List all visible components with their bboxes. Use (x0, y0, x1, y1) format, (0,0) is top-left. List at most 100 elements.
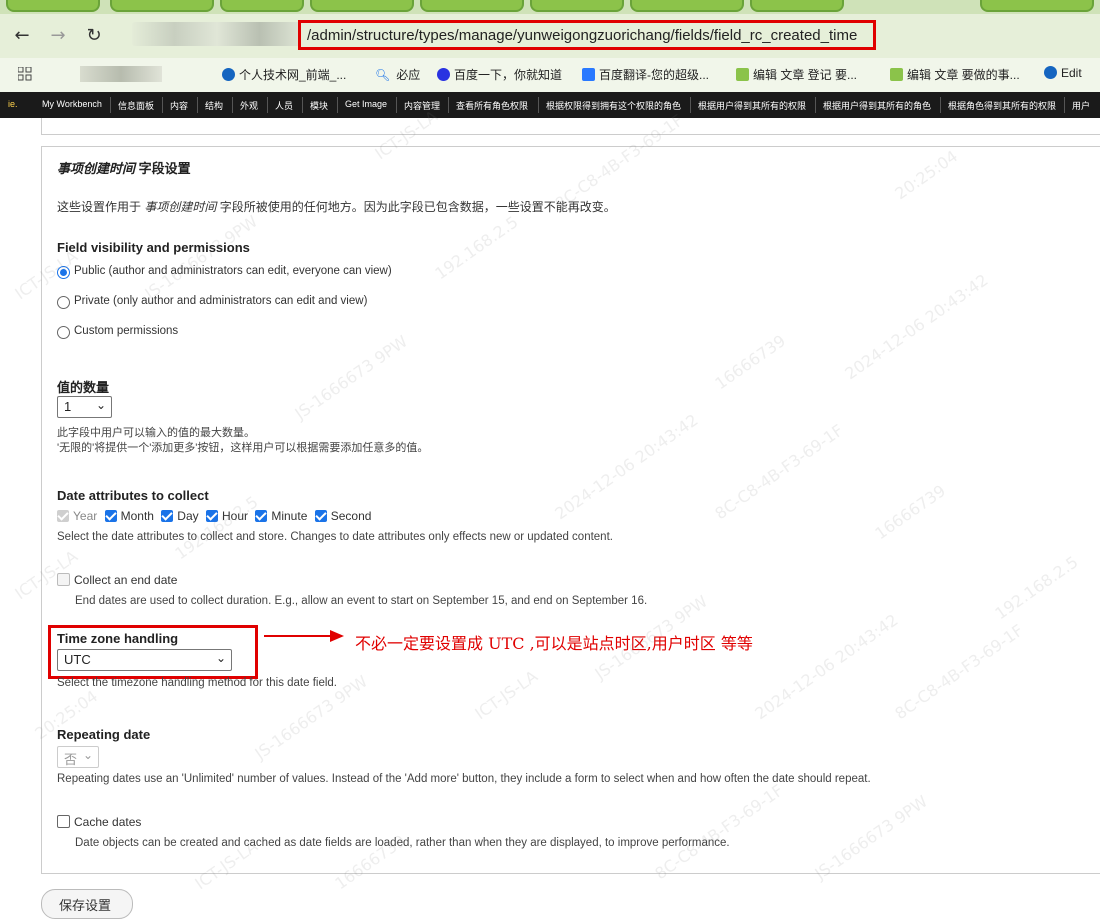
year-checkbox (57, 510, 69, 522)
admin-menu-item[interactable]: Get Image (345, 99, 387, 109)
radio-private[interactable] (57, 296, 70, 309)
timezone-help: Select the timezone handling method for … (57, 677, 338, 689)
end-date-label: Collect an end date (74, 573, 178, 587)
divider (110, 97, 111, 113)
date-attributes-help: Select the date attributes to collect an… (57, 531, 613, 543)
admin-menu-item[interactable]: 人员 (275, 99, 293, 112)
chevron-down-icon: ⌄ (82, 748, 93, 762)
admin-menu-item[interactable]: 用户 (1072, 99, 1090, 112)
month-checkbox[interactable] (104, 510, 117, 522)
bookmark-label: 编辑 文章 登记 要... (753, 68, 858, 82)
intro-field-name: 事项创建时间 (144, 200, 217, 214)
bookmark-label: 编辑 文章 要做的事... (907, 68, 1020, 82)
minute-checkbox[interactable] (255, 510, 268, 522)
hour-checkbox[interactable] (205, 510, 218, 522)
admin-menu-item[interactable]: 根据权限得到拥有这个权限的角色 (546, 99, 681, 112)
browser-tab-strip (0, 0, 1100, 14)
cache-help: Date objects can be created and cached a… (75, 837, 730, 849)
repeating-select: 否 ⌄ (57, 746, 99, 768)
browser-tab[interactable] (530, 0, 624, 12)
forward-arrow-icon[interactable]: → (46, 24, 70, 48)
admin-menu-item[interactable]: 查看所有角色权限 (456, 99, 528, 112)
drupal-drop-icon[interactable]: ie. (8, 99, 18, 109)
bookmark-item[interactable]: 个人技术网_前端_... (222, 66, 346, 83)
browser-tab[interactable] (980, 0, 1094, 12)
cardinality-help-1: 此字段中用户可以输入的值的最大数量。 (57, 427, 255, 439)
blurred-bookmark[interactable] (80, 66, 162, 82)
bookmarks-bar: 个人技术网_前端_... 🔍︎ 必应 百度一下，你就知道 百度翻译-您的超级...… (0, 58, 1100, 92)
cache-checkbox[interactable] (57, 815, 70, 828)
browser-tab[interactable] (420, 0, 524, 12)
browser-tab[interactable] (750, 0, 844, 12)
repeating-title: Repeating date (57, 727, 151, 742)
intro-suffix: 字段所被使用的任何地方。因为此字段已包含数据，一些设置不能再改变。 (216, 200, 616, 214)
url-text: /admin/structure/types/manage/yunweigong… (307, 27, 858, 44)
annotation-text: 不必一定要设置成 UTC ,可以是站点时区,用户时区 等等 (355, 634, 753, 653)
edge-icon (1044, 66, 1057, 79)
bookmark-item[interactable]: Edit (1044, 66, 1082, 80)
admin-menu-item[interactable]: 内容管理 (404, 99, 440, 112)
admin-menu-item[interactable]: 内容 (170, 99, 188, 112)
divider (690, 97, 691, 113)
browser-tab[interactable] (6, 0, 100, 12)
divider (815, 97, 816, 113)
bookmark-label: 必应 (396, 68, 421, 82)
end-date-help: End dates are used to collect duration. … (75, 595, 648, 607)
bookmark-item[interactable]: 🔍︎ 必应 (375, 66, 420, 83)
browser-tab[interactable] (310, 0, 414, 12)
reload-icon[interactable]: ↻ (82, 24, 106, 48)
divider (396, 97, 397, 113)
visibility-title: Field visibility and permissions (57, 240, 250, 255)
blurred-url-origin (132, 22, 302, 46)
chevron-down-icon: ⌄ (95, 398, 106, 412)
admin-menu-item[interactable]: My Workbench (42, 99, 102, 109)
admin-menu-item[interactable]: 根据用户得到其所有的权限 (698, 99, 806, 112)
annotation-arrow-head (330, 630, 344, 642)
cardinality-title: 值的数量 (57, 380, 110, 395)
divider (197, 97, 198, 113)
admin-menu-item[interactable]: 结构 (205, 99, 223, 112)
cardinality-value: 1 (64, 399, 72, 414)
admin-menu-item[interactable]: 信息面板 (118, 99, 154, 112)
day-checkbox[interactable] (161, 510, 174, 522)
date-attributes-row: Year Month Day Hour Minute Second (57, 509, 371, 523)
radio-custom[interactable] (57, 326, 70, 339)
divider (940, 97, 941, 113)
divider (267, 97, 268, 113)
divider (302, 97, 303, 113)
divider (337, 97, 338, 113)
admin-menu-item[interactable]: 根据角色得到其所有的权限 (948, 99, 1056, 112)
admin-menu-item[interactable]: 根据用户得到其所有的角色 (823, 99, 931, 112)
timezone-highlight-box (48, 625, 258, 679)
grid-icon[interactable] (18, 67, 32, 81)
radio-public-label: Public (author and administrators can ed… (74, 265, 392, 277)
browser-tab[interactable] (220, 0, 304, 12)
section-title: 事项创建时间 字段设置 (57, 158, 191, 177)
second-checkbox[interactable] (314, 510, 327, 522)
bookmark-label: 百度一下，你就知道 (454, 68, 563, 82)
month-label: Month (120, 509, 154, 523)
address-bar[interactable]: /admin/structure/types/manage/yunweigong… (298, 20, 876, 50)
translate-icon (582, 68, 595, 81)
admin-menu-item[interactable]: 外观 (240, 99, 258, 112)
cardinality-select[interactable]: 1 ⌄ (57, 396, 112, 418)
search-icon: 🔍︎ (375, 68, 391, 82)
second-label: Second (330, 509, 372, 523)
save-settings-button[interactable]: 保存设置 (41, 889, 133, 919)
bookmark-label: 个人技术网_前端_... (239, 68, 347, 82)
back-arrow-icon[interactable]: ← (10, 24, 34, 48)
browser-tab[interactable] (630, 0, 744, 12)
browser-tab[interactable] (110, 0, 214, 12)
date-attributes-title: Date attributes to collect (57, 488, 209, 503)
baidu-paw-icon (437, 68, 450, 81)
bookmark-item[interactable]: 编辑 文章 要做的事... (890, 66, 1020, 83)
radio-private-label: Private (only author and administrators … (74, 295, 368, 307)
previous-fieldset-edge (41, 118, 1100, 135)
bookmark-item[interactable]: 编辑 文章 登记 要... (736, 66, 857, 83)
radio-custom-label: Custom permissions (74, 325, 179, 337)
field-name-em: 事项创建时间 (57, 161, 136, 176)
admin-menu-item[interactable]: 模块 (310, 99, 328, 112)
bookmark-item[interactable]: 百度翻译-您的超级... (582, 66, 709, 83)
bookmark-item[interactable]: 百度一下，你就知道 (437, 66, 562, 83)
radio-public[interactable] (57, 266, 70, 279)
